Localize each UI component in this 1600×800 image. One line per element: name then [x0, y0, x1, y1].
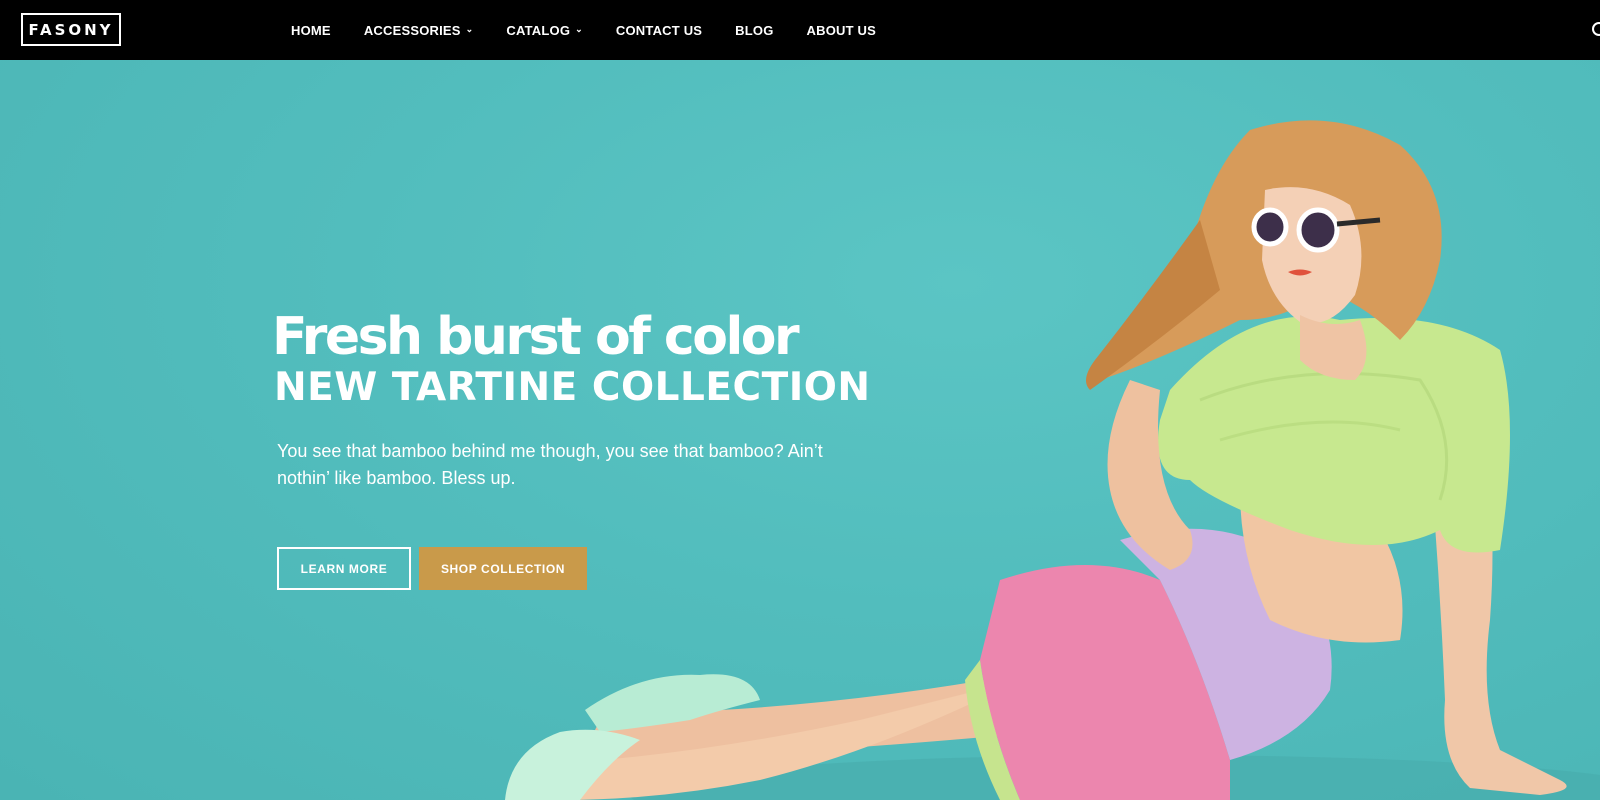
- hero-section: Fresh burst of color NEW TARTINE COLLECT…: [0, 60, 1600, 800]
- hero-body-text: You see that bamboo behind me though, yo…: [277, 441, 823, 488]
- learn-more-label: LEARN MORE: [300, 561, 388, 576]
- nav-item-about-us[interactable]: ABOUT US: [807, 23, 877, 38]
- learn-more-button[interactable]: LEARN MORE: [277, 547, 411, 590]
- nav-item-label: ACCESSORIES: [363, 22, 461, 38]
- shop-collection-label: SHOP COLLECTION: [440, 561, 566, 576]
- shop-collection-button[interactable]: SHOP COLLECTION: [419, 547, 587, 590]
- nav-item-label: ABOUT US: [806, 22, 877, 38]
- brand-logo[interactable]: FASONY: [21, 13, 121, 46]
- nav-item-label: BLOG: [735, 22, 774, 38]
- main-menu: HOME ACCESSORIES ⌄ CATALOG ⌄ CONTACT US …: [291, 0, 876, 60]
- nav-item-label: CATALOG: [506, 22, 571, 38]
- nav-item-blog[interactable]: BLOG: [735, 23, 773, 38]
- nav-item-label: HOME: [291, 22, 331, 38]
- hero-headline: Fresh burst of color: [272, 307, 800, 367]
- nav-item-label: CONTACT US: [615, 22, 703, 38]
- nav-item-accessories[interactable]: ACCESSORIES ⌄: [364, 23, 474, 38]
- top-nav: FASONY HOME ACCESSORIES ⌄ CATALOG ⌄ CONT…: [0, 0, 1600, 60]
- search-icon[interactable]: [1592, 22, 1600, 36]
- brand-logo-text: FASONY: [28, 20, 114, 39]
- nav-item-home[interactable]: HOME: [291, 23, 331, 38]
- chevron-down-icon: ⌄: [465, 23, 474, 34]
- nav-item-catalog[interactable]: CATALOG ⌄: [506, 23, 583, 38]
- hero-subheadline: NEW TARTINE COLLECTION: [274, 365, 871, 410]
- hero-model-image: [505, 120, 1600, 800]
- chevron-down-icon: ⌄: [575, 23, 583, 34]
- nav-item-contact-us[interactable]: CONTACT US: [616, 23, 702, 38]
